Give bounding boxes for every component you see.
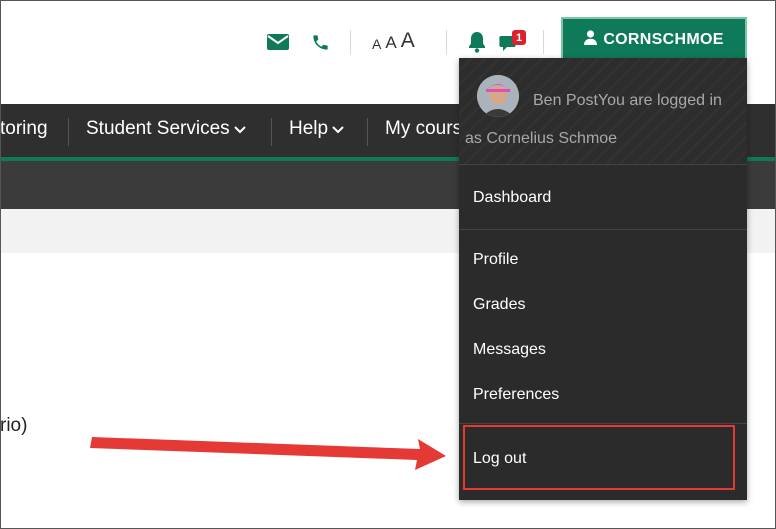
menu-divider	[459, 423, 747, 424]
nav-item-help[interactable]: Help	[289, 118, 344, 140]
nav-item-my-courses[interactable]: My cours	[385, 118, 462, 140]
nav-divider	[367, 118, 368, 146]
phone-icon[interactable]	[309, 31, 331, 53]
page-body-text: rio)	[0, 415, 28, 436]
menu-item-grades[interactable]: Grades	[473, 296, 525, 314]
user-icon	[584, 29, 598, 50]
font-size-medium[interactable]: A	[385, 34, 396, 51]
menu-item-dashboard[interactable]: Dashboard	[473, 189, 551, 207]
nav-divider	[271, 118, 272, 146]
nav-item-label: Help	[289, 118, 329, 139]
chevron-down-icon	[332, 118, 344, 140]
nav-divider	[68, 118, 69, 146]
user-menu-button[interactable]: CORNSCHMOE	[561, 17, 747, 62]
font-size-large[interactable]: A	[401, 30, 415, 51]
menu-item-profile[interactable]: Profile	[473, 251, 518, 269]
nav-item-student-services[interactable]: Student Services	[86, 118, 246, 140]
avatar	[477, 75, 519, 117]
nav-item-label: My cours	[385, 118, 463, 139]
chevron-down-icon	[233, 118, 246, 140]
nav-item-label: Student Services	[86, 118, 230, 139]
nav-item-tutoring[interactable]: toring	[0, 118, 48, 140]
envelope-icon[interactable]	[266, 32, 290, 52]
utility-divider	[350, 30, 351, 54]
user-menu-header: Ben PostYou are logged in as Cornelius S…	[459, 58, 747, 165]
menu-item-messages[interactable]: Messages	[473, 341, 546, 359]
logout-highlight-box	[463, 425, 735, 490]
font-size-controls: A A A	[372, 30, 415, 51]
arrow-shape	[90, 437, 446, 470]
utility-divider	[446, 30, 447, 54]
user-menu-button-label: CORNSCHMOE	[603, 30, 724, 48]
nav-item-label: toring	[0, 118, 48, 139]
notification-badge: 1	[512, 30, 526, 45]
menu-divider	[459, 229, 747, 230]
font-size-small[interactable]: A	[372, 37, 381, 51]
bell-icon[interactable]	[466, 30, 488, 54]
menu-item-preferences[interactable]: Preferences	[473, 386, 559, 404]
utility-divider	[543, 30, 544, 54]
